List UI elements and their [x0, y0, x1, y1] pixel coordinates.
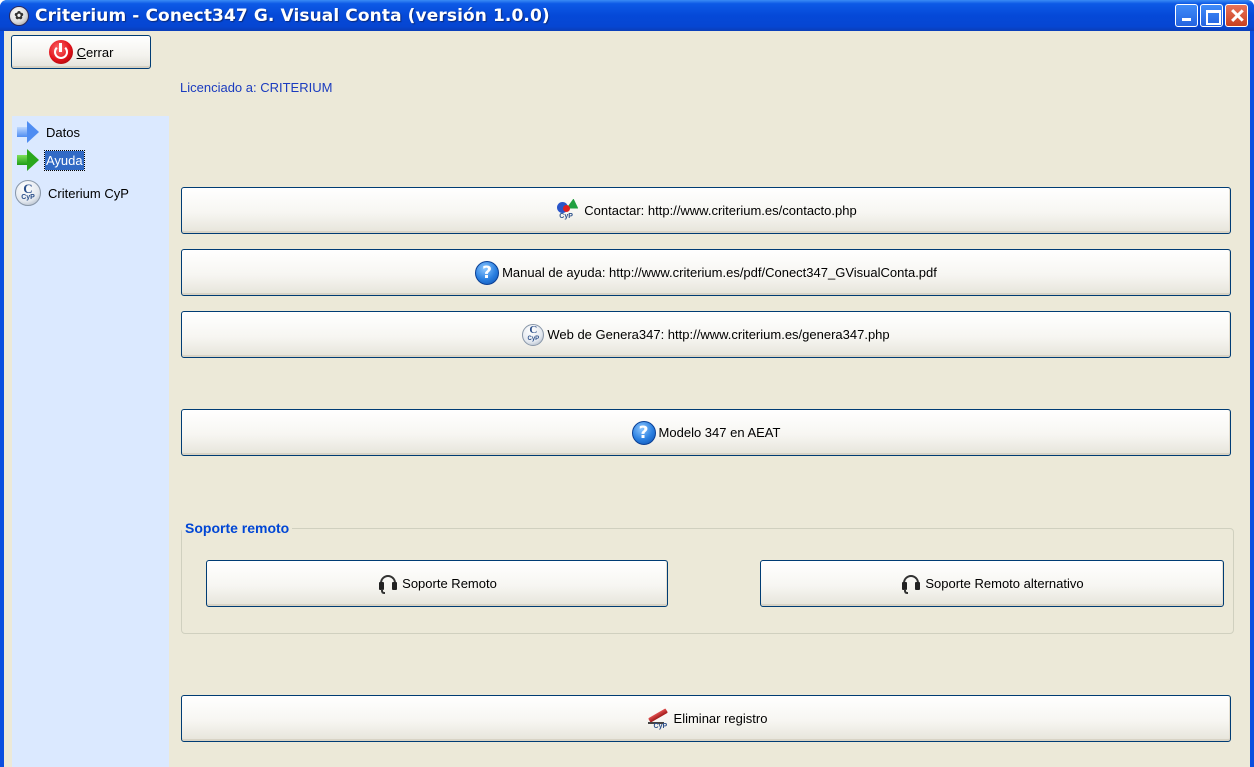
window-title: Criterium - Conect347 G. Visual Conta (v…: [35, 5, 550, 26]
minimize-button[interactable]: [1175, 4, 1198, 27]
app-window: ✿ Criterium - Conect347 G. Visual Conta …: [0, 0, 1254, 767]
power-icon: [48, 40, 73, 64]
arrow-right-blue-icon: [15, 121, 39, 143]
sidebar-item-ayuda[interactable]: Ayuda: [15, 146, 85, 174]
criterium-cyp-icon: C CyP: [15, 180, 41, 206]
arrow-right-green-icon: [15, 149, 39, 171]
title-bar[interactable]: ✿ Criterium - Conect347 G. Visual Conta …: [0, 0, 1254, 31]
eliminar-registro-label: Eliminar registro: [673, 711, 768, 726]
soporte-remoto-label: Soporte Remoto: [402, 576, 497, 591]
sidebar-item-label: Datos: [46, 124, 80, 140]
contactar-label: Contactar: http://www.criterium.es/conta…: [584, 203, 857, 218]
sidebar-item-label: Criterium CyP: [48, 185, 129, 201]
erase-icon: CyP: [645, 706, 671, 732]
soporte-remoto-alternativo-button[interactable]: Soporte Remoto alternativo: [760, 560, 1224, 607]
license-text: Licenciado a: CRITERIUM: [180, 80, 333, 95]
toolbar: Cerrar Licenciado a: CRITERIUM: [4, 31, 1250, 115]
web-genera347-button[interactable]: C CyP Web de Genera347: http://www.criter…: [181, 311, 1231, 358]
client-area: Cerrar Licenciado a: CRITERIUM Datos Ayu…: [4, 31, 1250, 767]
headset-icon: [377, 573, 399, 595]
manual-ayuda-button[interactable]: ? Manual de ayuda: http://www.criterium.…: [181, 249, 1231, 296]
soporte-remoto-alternativo-label: Soporte Remoto alternativo: [925, 576, 1084, 591]
cerrar-label: Cerrar: [76, 44, 114, 60]
cerrar-button[interactable]: Cerrar: [11, 35, 151, 69]
close-window-button[interactable]: [1225, 4, 1248, 27]
help-icon: ?: [631, 420, 656, 445]
manual-ayuda-label: Manual de ayuda: http://www.criterium.es…: [502, 265, 937, 280]
soporte-remoto-legend: Soporte remoto: [182, 520, 293, 536]
sidebar: Datos Ayuda C CyP Criterium CyP: [12, 116, 169, 767]
modelo-347-aeat-label: Modelo 347 en AEAT: [658, 425, 781, 440]
headset-icon: [900, 573, 922, 595]
sidebar-item-criterium-cyp[interactable]: C CyP Criterium CyP: [15, 179, 130, 207]
soporte-remoto-button[interactable]: Soporte Remoto: [206, 560, 668, 607]
criterium-cyp-icon: C CyP: [522, 323, 545, 346]
caption-buttons: [1175, 4, 1248, 27]
sidebar-item-datos[interactable]: Datos: [15, 118, 81, 146]
app-icon[interactable]: ✿: [9, 5, 29, 26]
contact-icon: CyP: [555, 198, 581, 224]
sidebar-item-label: Ayuda: [44, 149, 85, 171]
eliminar-registro-button[interactable]: CyP Eliminar registro: [181, 695, 1231, 742]
web-genera347-label: Web de Genera347: http://www.criterium.e…: [547, 327, 890, 342]
maximize-button[interactable]: [1200, 4, 1223, 27]
help-icon: ?: [475, 260, 500, 285]
modelo-347-aeat-button[interactable]: ? Modelo 347 en AEAT: [181, 409, 1231, 456]
contactar-button[interactable]: CyP Contactar: http://www.criterium.es/c…: [181, 187, 1231, 234]
